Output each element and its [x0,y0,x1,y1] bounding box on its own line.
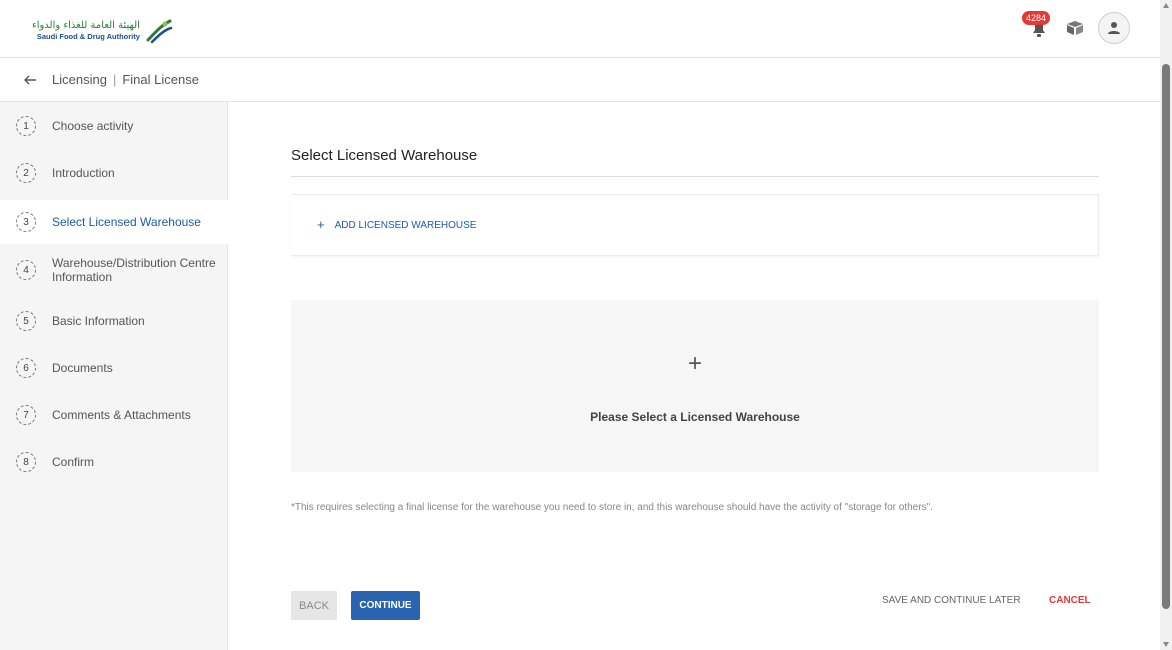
logo-text: الهيئة العامة للغذاء والدواء Saudi Food … [32,20,140,42]
scroll-down-arrow-icon[interactable] [1163,642,1169,647]
step-choose-activity[interactable]: 1 Choose activity [0,114,228,138]
step-number: 3 [16,212,36,232]
scrollbar-thumb[interactable] [1162,64,1170,609]
add-licensed-warehouse-link[interactable]: + ADD LICENSED WAREHOUSE [317,217,477,232]
title-divider [291,176,1099,177]
packages-button[interactable] [1064,17,1086,39]
step-number: 4 [16,260,36,280]
step-select-licensed-warehouse[interactable]: 3 Select Licensed Warehouse [0,200,228,244]
step-warehouse-information[interactable]: 4 Warehouse/Distribution Centre Informat… [0,252,228,288]
notifications-button[interactable]: 4284 [1022,11,1052,41]
empty-warehouse-placeholder[interactable]: + Please Select a Licensed Warehouse [291,300,1099,472]
continue-button[interactable]: CONTINUE [351,591,420,620]
step-label: Choose activity [52,119,134,133]
cancel-button[interactable]: CANCEL [1049,595,1091,606]
user-icon [1108,22,1120,34]
step-number: 6 [16,358,36,378]
breadcrumb: Licensing | Final License [0,58,1160,102]
plus-icon: + [317,217,325,232]
notification-count-badge: 4284 [1022,11,1051,25]
step-basic-information[interactable]: 5 Basic Information [0,309,228,333]
logo-english-text: Saudi Food & Drug Authority [36,32,140,41]
step-label: Select Licensed Warehouse [52,215,201,229]
package-icon [1067,21,1083,35]
step-number: 8 [16,452,36,472]
step-label: Documents [52,361,113,375]
user-avatar-button[interactable] [1098,12,1130,44]
step-number: 2 [16,163,36,183]
plus-icon: + [687,350,702,377]
add-warehouse-card: + ADD LICENSED WAREHOUSE [291,194,1099,256]
breadcrumb-section[interactable]: Licensing [52,72,107,87]
page-title: Select Licensed Warehouse [291,147,478,164]
breadcrumb-page: Final License [122,72,199,87]
step-number: 5 [16,311,36,331]
step-comments-attachments[interactable]: 7 Comments & Attachments [0,403,228,427]
step-number: 7 [16,405,36,425]
breadcrumb-separator: | [112,72,117,87]
add-licensed-warehouse-label: ADD LICENSED WAREHOUSE [334,219,477,231]
step-label: Introduction [52,166,115,180]
top-header: الهيئة العامة للغذاء والدواء Saudi Food … [0,0,1160,58]
step-label: Warehouse/Distribution Centre Informatio… [52,256,216,284]
back-arrow-icon[interactable] [22,72,38,88]
step-documents[interactable]: 6 Documents [0,356,228,380]
empty-state-text: Please Select a Licensed Warehouse [590,410,800,424]
logo-arabic-text: الهيئة العامة للغذاء والدواء [32,20,140,31]
save-and-continue-later-button[interactable]: SAVE AND CONTINUE LATER [882,595,1021,606]
scroll-up-arrow-icon[interactable] [1163,3,1169,8]
sfda-emblem-icon [146,19,173,44]
step-number: 1 [16,116,36,136]
step-label: Comments & Attachments [52,408,191,422]
steps-sidebar: 1 Choose activity 2 Introduction 3 Selec… [0,102,228,650]
header-actions: 4284 [1022,11,1130,44]
page-scrollbar[interactable] [1160,0,1172,650]
sfda-logo[interactable]: الهيئة العامة للغذاء والدواء Saudi Food … [32,14,202,48]
step-label: Confirm [52,455,95,469]
requirement-note: *This requires selecting a final license… [291,502,933,513]
back-button[interactable]: BACK [291,591,337,620]
step-label: Basic Information [52,314,145,328]
step-introduction[interactable]: 2 Introduction [0,161,228,185]
step-confirm[interactable]: 8 Confirm [0,450,228,474]
